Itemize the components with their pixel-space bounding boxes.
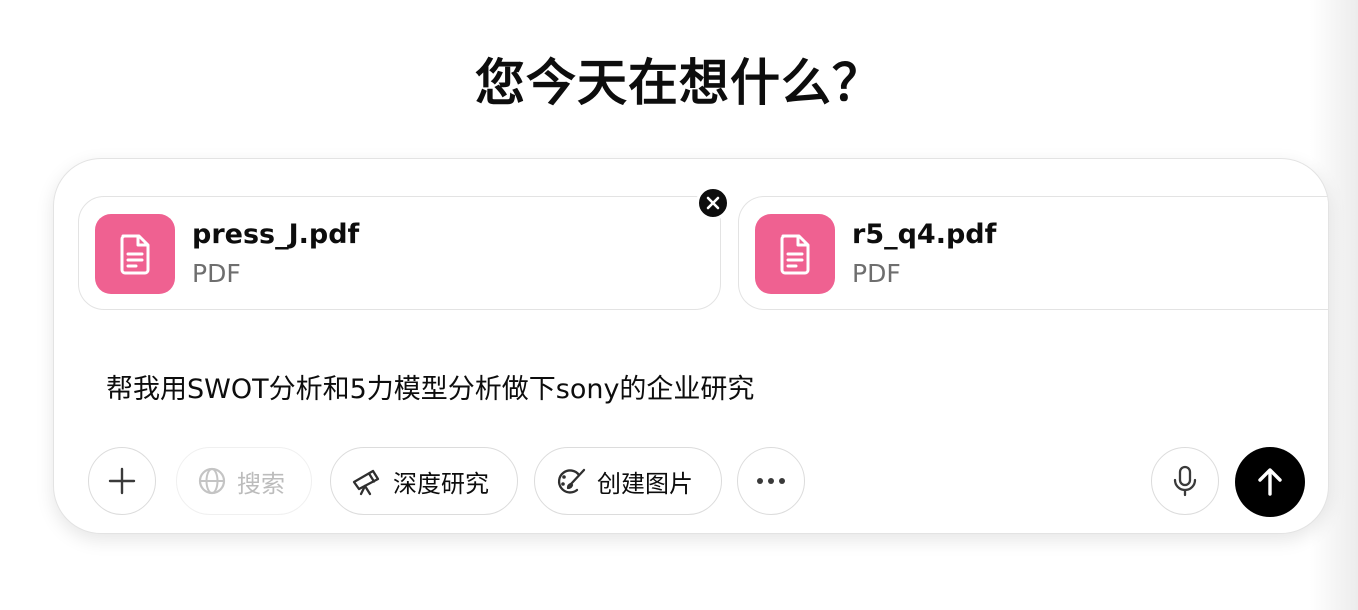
more-button[interactable] [737, 447, 805, 515]
chat-home-page: 您今天在想什么？ press_J.pdf PDF r5_q4.pdf PDF 帮… [0, 0, 1358, 610]
send-button[interactable] [1235, 447, 1305, 517]
prompt-input[interactable]: 帮我用SWOT分析和5力模型分析做下sony的企业研究 [106, 367, 754, 406]
add-button[interactable] [88, 447, 156, 515]
create-image-button[interactable]: 创建图片 [534, 447, 722, 515]
page-title: 您今天在想什么？ [475, 54, 883, 112]
voice-button[interactable] [1151, 447, 1219, 515]
attachment-name: r5_q4.pdf [852, 219, 997, 250]
create-image-label: 创建图片 [597, 469, 693, 498]
search-button[interactable]: 搜索 [176, 447, 312, 515]
attachment-name: press_J.pdf [192, 219, 360, 250]
globe-icon [198, 467, 226, 495]
plus-icon [108, 467, 136, 495]
deep-research-label: 深度研究 [393, 469, 489, 498]
document-icon [755, 214, 835, 294]
document-icon [95, 214, 175, 294]
microphone-icon [1173, 465, 1197, 497]
palette-icon [557, 468, 586, 494]
remove-attachment-button[interactable] [696, 186, 730, 220]
close-icon [706, 196, 720, 210]
more-icon [757, 478, 785, 484]
arrow-up-icon [1258, 468, 1282, 496]
deep-research-button[interactable]: 深度研究 [330, 447, 518, 515]
search-label: 搜索 [237, 469, 285, 498]
attachment-type: PDF [852, 259, 901, 288]
composer[interactable]: press_J.pdf PDF r5_q4.pdf PDF 帮我用SWOT分析和… [53, 158, 1329, 534]
attachment-card[interactable]: r5_q4.pdf PDF [738, 196, 1328, 310]
attachment-type: PDF [192, 259, 241, 288]
attachment-card[interactable]: press_J.pdf PDF [78, 196, 721, 310]
telescope-icon [352, 469, 380, 496]
